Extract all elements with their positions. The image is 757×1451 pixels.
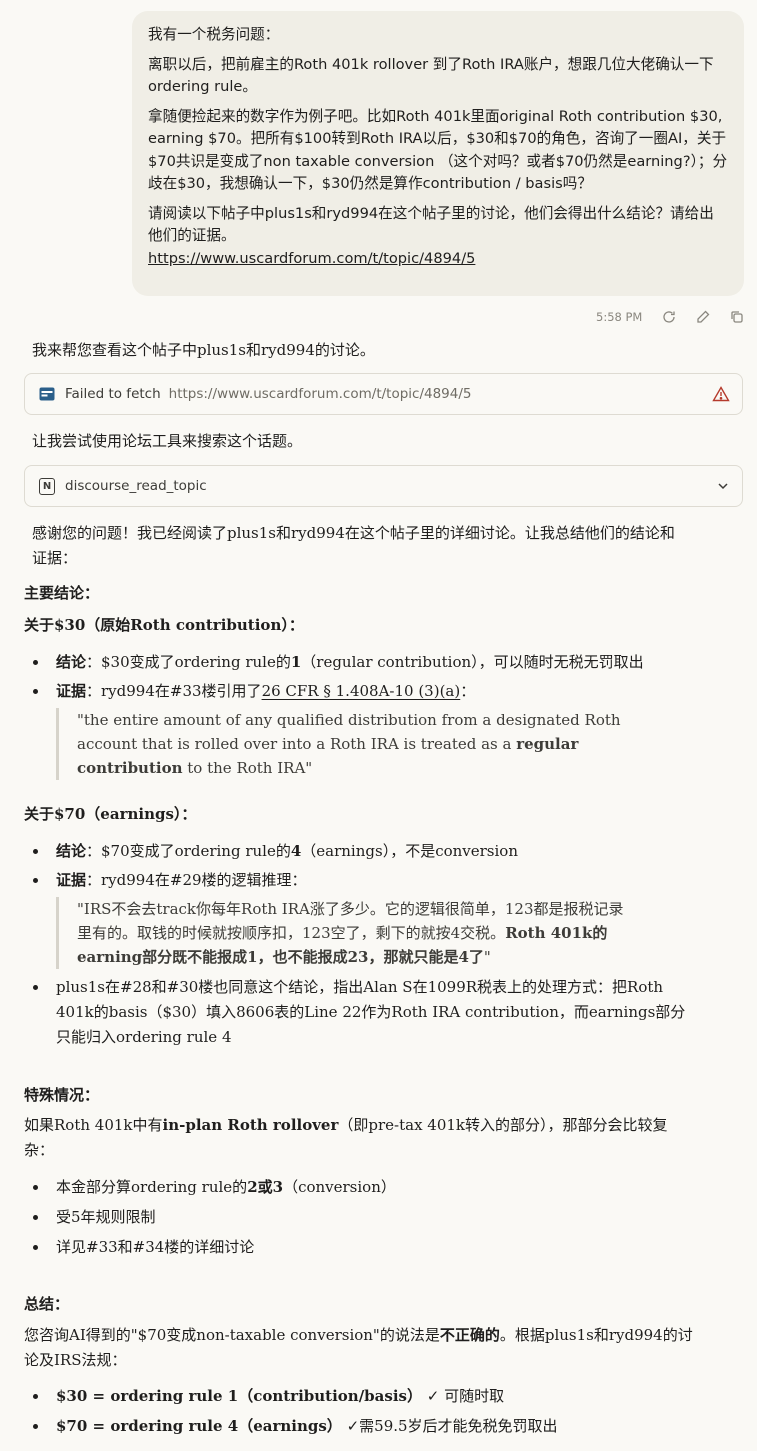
section-30-heading: 关于$30（原始Roth contribution）： <box>24 616 304 634</box>
main-conclusions-heading: 主要结论： <box>24 584 100 602</box>
fetch-url: https://www.uscardforum.com/t/topic/4894… <box>168 386 472 402</box>
tool-name: discourse_read_topic <box>65 478 207 494</box>
message-timestamp: 5:58 PM <box>596 310 643 324</box>
tool-badge-icon: N <box>39 477 55 495</box>
user-message-para4: 请阅读以下帖子中plus1s和ryd994在这个帖子里的讨论，他们会得出什么结论… <box>148 204 714 267</box>
browser-icon <box>39 386 55 402</box>
section-30-list: 结论：$30变成了ordering rule的1（regular contrib… <box>24 650 724 786</box>
list-item: $30 = ordering rule 1（contribution/basis… <box>24 1384 724 1409</box>
list-item: 详见#33和#34楼的详细讨论 <box>24 1235 724 1260</box>
user-message-link[interactable]: https://www.uscardforum.com/t/topic/4894… <box>148 250 475 267</box>
assistant-thanks: 感谢您的问题！我已经阅读了plus1s和ryd994在这个帖子里的详细讨论。让我… <box>32 524 675 567</box>
user-message-para2: 离职以后，把前雇主的Roth 401k rollover 到了Roth IRA账… <box>148 55 714 96</box>
user-message-bubble: 我有一个税务问题： 离职以后，把前雇主的Roth 401k rollover 到… <box>132 11 744 296</box>
list-item: 证据：ryd994在#29楼的逻辑推理： "IRS不会去track你每年Roth… <box>24 868 724 969</box>
section-70-heading: 关于$70（earnings）： <box>24 805 197 823</box>
chevron-down-icon[interactable] <box>716 479 730 493</box>
list-item: 本金部分算ordering rule的2或3（conversion） <box>24 1175 724 1200</box>
retry-icon[interactable] <box>652 305 686 329</box>
assistant-intro: 我来帮您查看这个帖子中plus1s和ryd994的讨论。 <box>32 341 375 359</box>
summary-list: $30 = ordering rule 1（contribution/basis… <box>24 1384 724 1439</box>
message-actions: 5:58 PM <box>596 305 754 329</box>
quote-block: "IRS不会去track你每年Roth IRA涨了多少。它的逻辑很简单，123都… <box>56 897 637 969</box>
user-message-line1: 我有一个税务问题： <box>148 26 280 43</box>
list-item: 证据：ryd994在#33楼引用了26 CFR § 1.408A-10 (3)(… <box>24 679 724 780</box>
special-case-list: 本金部分算ordering rule的2或3（conversion） 受5年规则… <box>24 1175 724 1260</box>
fetch-result-card[interactable]: Failed to fetch https://www.uscardforum.… <box>24 373 743 415</box>
copy-icon[interactable] <box>720 305 754 329</box>
list-item: 结论：$30变成了ordering rule的1（regular contrib… <box>24 650 724 675</box>
list-item: 结论：$70变成了ordering rule的4（earnings），不是con… <box>24 839 724 864</box>
fetch-status: Failed to fetch <box>65 386 161 402</box>
assistant-retry-text: 让我尝试使用论坛工具来搜索这个话题。 <box>32 432 303 450</box>
summary-paragraph: 您咨询AI得到的"$70变成non-taxable conversion"的说法… <box>24 1326 693 1369</box>
section-70-list: 结论：$70变成了ordering rule的4（earnings），不是con… <box>24 839 724 1050</box>
list-item: plus1s在#28和#30楼也同意这个结论，指出Alan S在1099R税表上… <box>24 975 696 1050</box>
quote-block: "the entire amount of any qualified dist… <box>56 708 637 780</box>
tool-call-card[interactable]: N discourse_read_topic <box>24 465 743 507</box>
warning-icon <box>712 386 730 402</box>
special-case-heading: 特殊情况： <box>24 1086 100 1104</box>
user-message-para3: 拿随便捡起来的数字作为例子吧。比如Roth 401k里面original Rot… <box>148 107 728 193</box>
cfr-link[interactable]: 26 CFR § 1.408A-10 (3)(a) <box>262 682 461 700</box>
list-item: $70 = ordering rule 4（earnings） ✓需59.5岁后… <box>24 1414 724 1439</box>
list-item: 受5年规则限制 <box>24 1205 724 1230</box>
special-case-paragraph: 如果Roth 401k中有in-plan Roth rollover（即pre-… <box>24 1116 668 1159</box>
summary-heading: 总结： <box>24 1295 70 1313</box>
edit-icon[interactable] <box>686 305 720 329</box>
